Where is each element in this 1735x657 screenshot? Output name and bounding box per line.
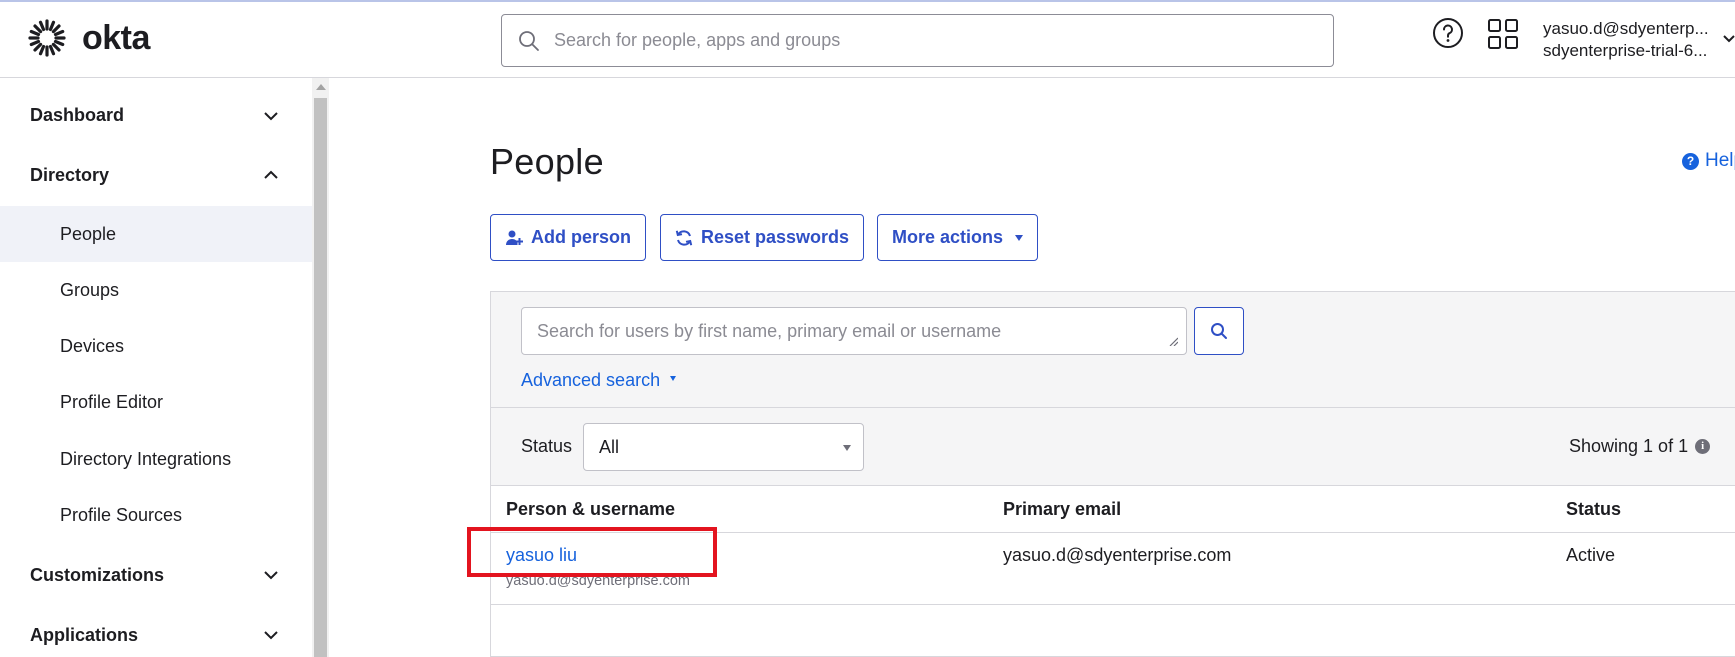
scroll-up-arrow-icon[interactable]	[316, 84, 326, 90]
okta-logo[interactable]: okta	[28, 18, 150, 58]
nav-section-applications[interactable]: Applications	[30, 625, 138, 646]
column-header-status[interactable]: Status	[1566, 499, 1621, 520]
account-org: sdyenterprise-trial-6...	[1543, 41, 1708, 60]
user-search-area: Advanced search	[491, 292, 1735, 408]
help-circle-icon[interactable]	[1432, 17, 1464, 49]
user-search-input[interactable]	[537, 321, 1157, 342]
nav-section-dashboard[interactable]: Dashboard	[30, 105, 124, 126]
people-list-panel: Advanced search Status All Showing 1 of …	[490, 291, 1735, 657]
status-filter-value: All	[599, 436, 620, 457]
filter-bar: Status All Showing 1 of 1 i	[491, 408, 1735, 486]
add-person-label: Add person	[531, 227, 632, 247]
person-status: Active	[1566, 545, 1616, 565]
sidebar-item-groups[interactable]: Groups	[0, 262, 312, 318]
page-title: People	[490, 141, 604, 182]
sidebar-scrollbar[interactable]	[312, 78, 329, 657]
help-link-label: Help	[1705, 150, 1735, 171]
chevron-down-icon[interactable]	[1722, 32, 1735, 46]
caret-down-icon	[670, 376, 677, 381]
app-grid-icon[interactable]	[1487, 18, 1519, 50]
account-menu[interactable]: yasuo.d@sdyenterp... sdyenterprise-trial…	[1543, 18, 1735, 62]
chevron-down-icon[interactable]	[263, 108, 279, 124]
add-person-button[interactable]: Add person	[490, 214, 647, 261]
account-email: yasuo.d@sdyenterp...	[1543, 19, 1709, 38]
global-search[interactable]	[501, 14, 1334, 67]
sidebar: Dashboard Directory People Groups Device…	[0, 78, 312, 657]
highlight-box	[467, 527, 717, 577]
table-header: Person & username Primary email Status	[491, 486, 1735, 533]
user-search-button[interactable]	[1194, 307, 1244, 355]
advanced-search-link[interactable]: Advanced search	[521, 370, 677, 391]
chevron-up-icon[interactable]	[263, 167, 279, 183]
more-actions-button[interactable]: More actions	[877, 214, 1039, 261]
top-bar: okta yasuo.d@sdyenterp... sdyenterprise-…	[0, 0, 1735, 78]
chevron-down-icon[interactable]	[263, 567, 279, 583]
sidebar-item-devices[interactable]: Devices	[0, 318, 312, 374]
caret-down-icon	[843, 445, 851, 451]
refresh-icon	[675, 229, 693, 246]
global-search-input[interactable]	[554, 30, 1314, 51]
person-primary-email: yasuo.d@sdyenterprise.com	[1003, 545, 1232, 565]
column-header-person[interactable]: Person & username	[506, 499, 675, 520]
results-count-text: Showing 1 of 1	[1569, 436, 1689, 456]
nav-section-directory[interactable]: Directory	[30, 165, 109, 186]
add-user-icon	[506, 230, 523, 245]
logo-text: okta	[82, 19, 150, 57]
sidebar-item-people[interactable]: People	[0, 206, 312, 262]
results-count: Showing 1 of 1 i	[1569, 436, 1711, 457]
sidebar-item-profile-sources[interactable]: Profile Sources	[0, 487, 312, 543]
help-icon: ?	[1682, 152, 1699, 170]
info-icon[interactable]: i	[1695, 439, 1711, 454]
advanced-search-label: Advanced search	[521, 370, 661, 390]
scroll-thumb[interactable]	[314, 98, 327, 657]
resize-handle-icon[interactable]	[1168, 336, 1178, 346]
help-link[interactable]: ? Help	[1682, 150, 1735, 172]
search-icon	[519, 30, 539, 51]
more-actions-label: More actions	[892, 227, 1004, 247]
sidebar-item-profile-editor[interactable]: Profile Editor	[0, 374, 312, 430]
chevron-down-icon[interactable]	[263, 627, 279, 643]
reset-passwords-label: Reset passwords	[701, 227, 850, 247]
caret-down-icon	[1015, 234, 1024, 241]
nav-section-customizations[interactable]: Customizations	[30, 565, 164, 586]
sidebar-item-directory-integrations[interactable]: Directory Integrations	[0, 431, 312, 487]
status-filter-select[interactable]: All	[583, 423, 864, 471]
search-icon	[1211, 323, 1227, 339]
reset-passwords-button[interactable]: Reset passwords	[660, 214, 865, 261]
column-header-email[interactable]: Primary email	[1003, 499, 1121, 520]
user-search-field[interactable]	[521, 307, 1187, 355]
status-filter-label: Status	[521, 436, 573, 456]
okta-sunburst-icon	[28, 19, 66, 57]
